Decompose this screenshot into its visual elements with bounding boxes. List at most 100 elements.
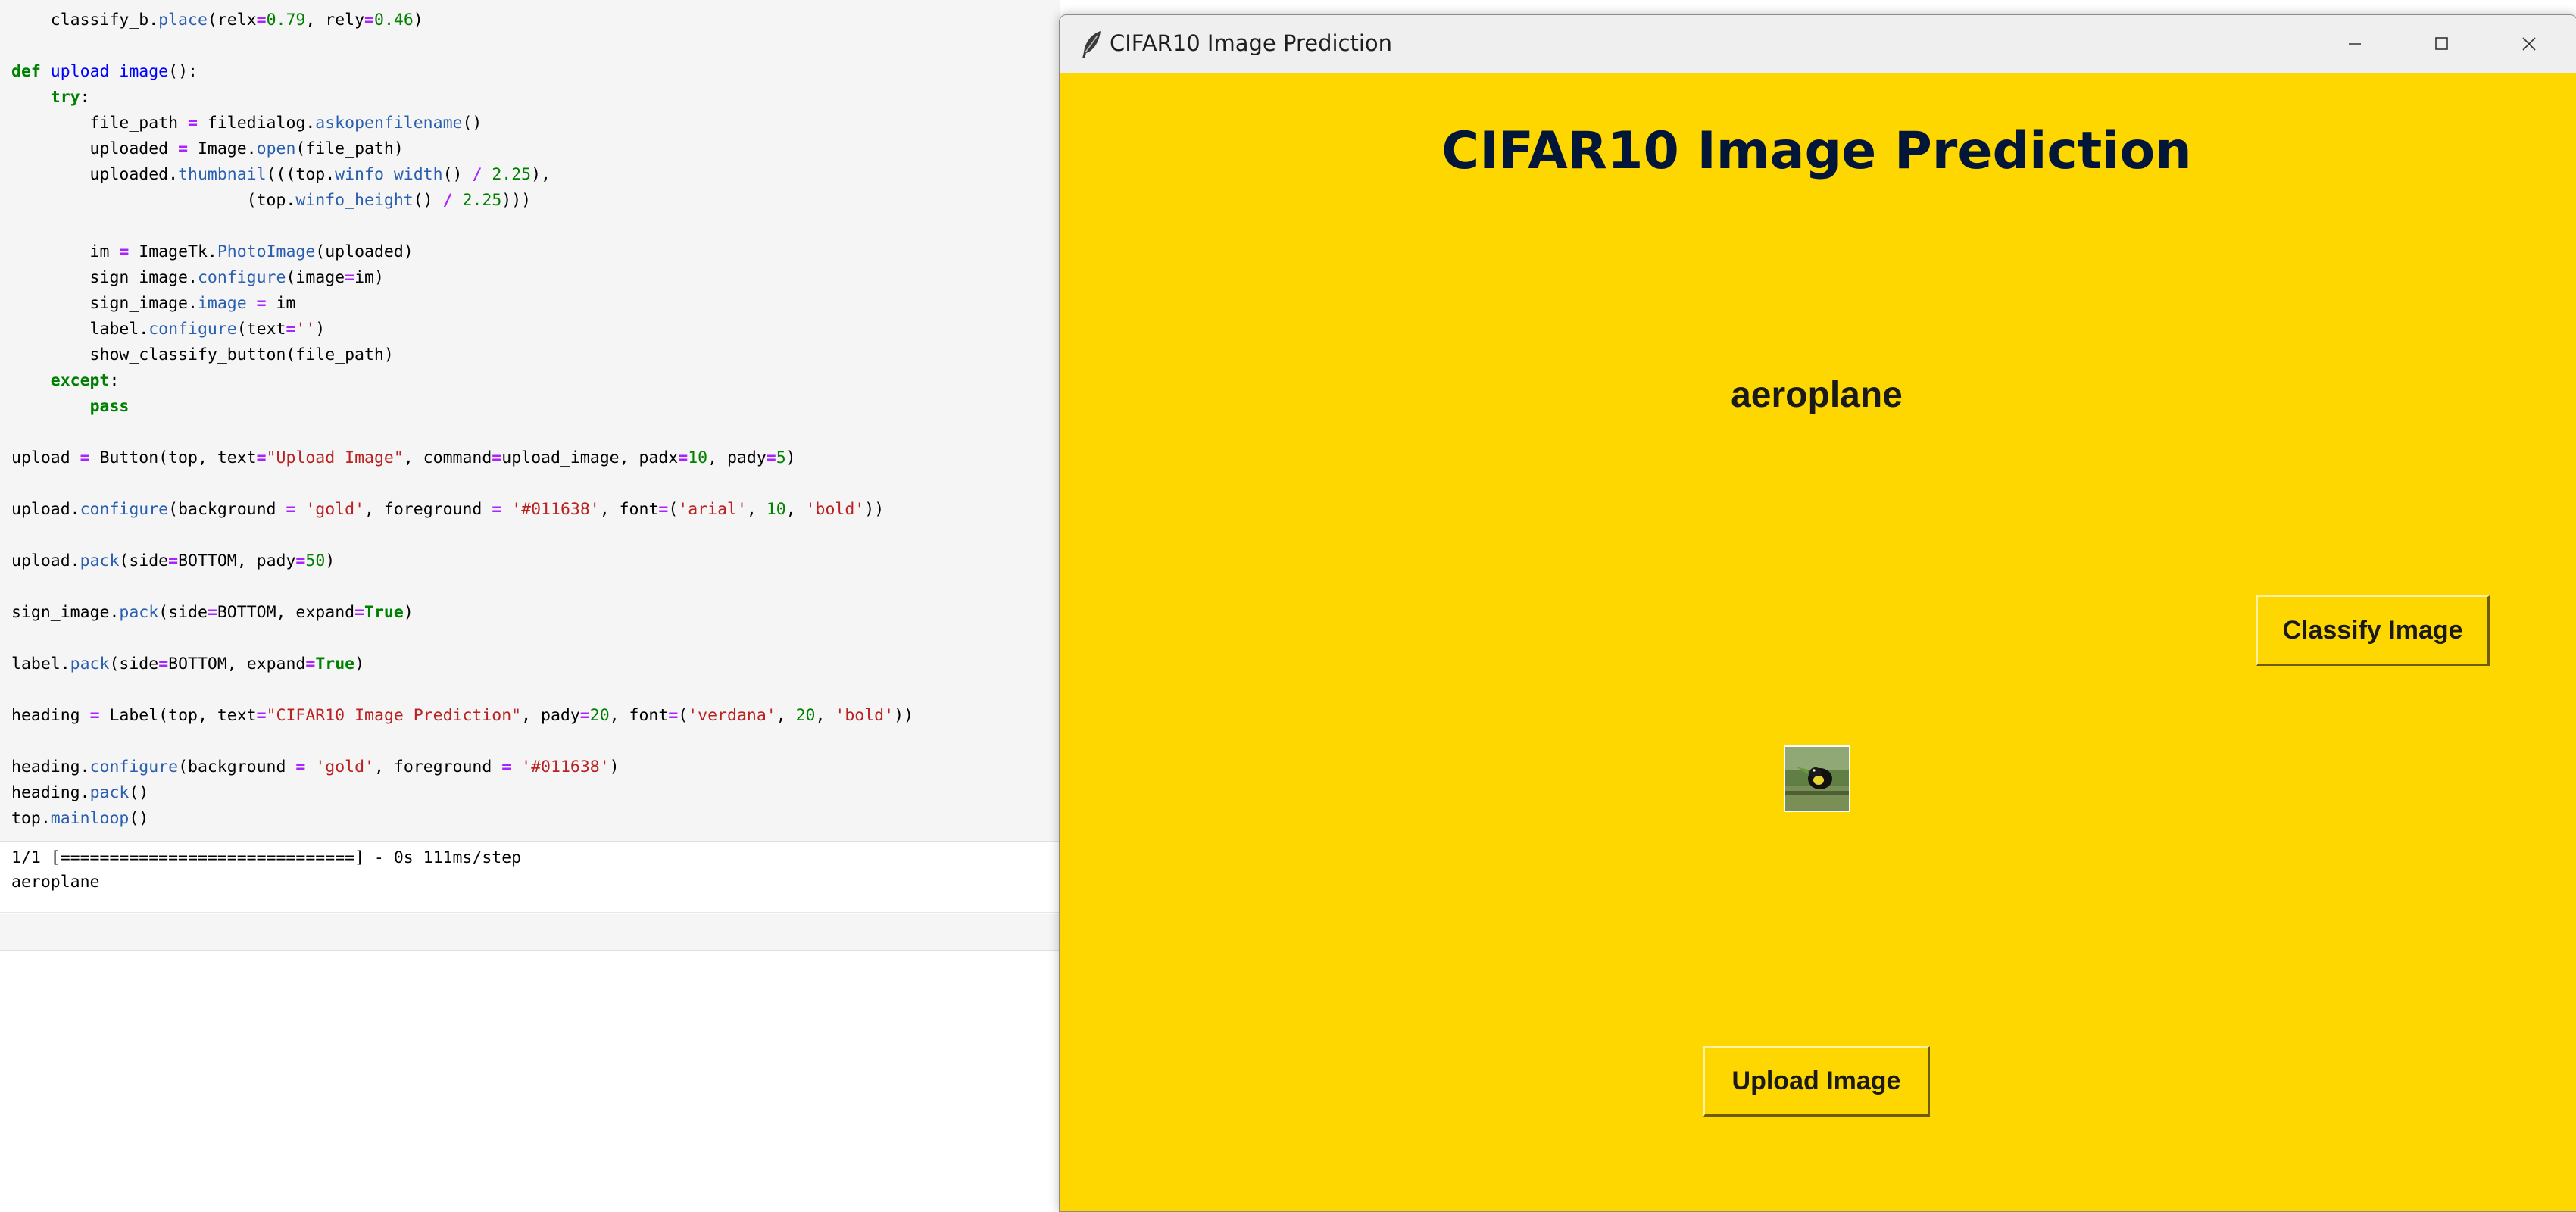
code-line: upload = Button(top, text="Upload Image"… — [11, 445, 913, 471]
code-token: / — [472, 165, 482, 184]
code-token: ( — [678, 706, 688, 725]
code-token: = — [188, 114, 198, 133]
code-token: sign_image. — [11, 603, 120, 622]
code-token: image — [197, 294, 247, 313]
empty-code-cell[interactable] — [0, 914, 1060, 951]
code-token: = — [364, 11, 374, 30]
code-token: configure — [80, 500, 169, 519]
code-token: label. — [11, 654, 70, 673]
code-token: ) — [354, 654, 365, 673]
code-token: )) — [864, 500, 885, 519]
close-icon[interactable] — [2512, 29, 2546, 59]
code-token: True — [315, 654, 355, 673]
feather-icon — [1078, 30, 1104, 60]
maximize-icon[interactable] — [2425, 29, 2458, 59]
code-token: , rely — [305, 11, 365, 30]
code-token: except — [50, 371, 110, 390]
code-token: "CIFAR10 Image Prediction" — [266, 706, 522, 725]
code-token: ) — [403, 603, 414, 622]
app-heading: CIFAR10 Image Prediction — [1441, 121, 2192, 181]
code-token: sign_image. — [11, 294, 198, 313]
code-token: upload. — [11, 500, 80, 519]
code-token: () — [413, 191, 443, 210]
minimize-icon[interactable] — [2338, 29, 2371, 59]
classify-image-button[interactable]: Classify Image — [2256, 595, 2490, 666]
code-token: sign_image. — [11, 268, 198, 287]
code-token: im — [11, 242, 120, 261]
code-token: 5 — [776, 448, 786, 467]
code-token: (file_path) — [295, 139, 404, 158]
window-titlebar[interactable]: CIFAR10 Image Prediction — [1060, 15, 2576, 73]
code-token: 0.46 — [374, 11, 414, 30]
code-token: = — [80, 448, 90, 467]
code-token: configure — [197, 268, 286, 287]
code-token: 2.25 — [492, 165, 532, 184]
code-token: 0.79 — [266, 11, 306, 30]
code-token: upload_image, padx — [501, 448, 679, 467]
code-line: uploaded.thumbnail(((top.winfo_width() /… — [11, 162, 913, 188]
code-token: def — [11, 62, 41, 81]
code-token: = — [305, 654, 316, 673]
code-line: classify_b.place(relx=0.79, rely=0.46) — [11, 8, 913, 33]
code-token: , pady — [521, 706, 580, 725]
code-token: top. — [11, 809, 51, 828]
window-content: CIFAR10 Image Prediction aeroplane Class… — [1060, 73, 2576, 1211]
tk-app-window: CIFAR10 Image Prediction CIFAR10 Image P… — [1059, 14, 2576, 1212]
code-line: heading = Label(top, text="CIFAR10 Image… — [11, 703, 913, 729]
code-token: label. — [11, 320, 149, 339]
code-token: 2.25 — [462, 191, 502, 210]
code-line: except: — [11, 368, 913, 394]
code-line: label.pack(side=BOTTOM, expand=True) — [11, 651, 913, 677]
code-token: = — [492, 448, 502, 467]
code-line: sign_image.pack(side=BOTTOM, expand=True… — [11, 600, 913, 626]
code-line: file_path = filedialog.askopenfilename() — [11, 111, 913, 136]
code-token: = — [678, 448, 688, 467]
code-token: , foreground — [364, 500, 492, 519]
code-token: heading. — [11, 783, 90, 802]
code-token: open — [256, 139, 296, 158]
code-token: 'verdana' — [688, 706, 776, 725]
code-token: ImageTk. — [129, 242, 217, 261]
code-line: sign_image.configure(image=im) — [11, 265, 913, 291]
code-token: (((top. — [266, 165, 336, 184]
code-token: = — [295, 758, 306, 776]
code-token: 'gold' — [315, 758, 374, 776]
code-token: , command — [403, 448, 492, 467]
code-token: = — [295, 551, 306, 570]
code-token: = — [766, 448, 776, 467]
code-token: () — [129, 783, 149, 802]
code-token: '' — [295, 320, 316, 339]
code-line: show_classify_button(file_path) — [11, 342, 913, 368]
code-token: = — [345, 268, 355, 287]
window-title: CIFAR10 Image Prediction — [1110, 30, 1393, 56]
code-token: uploaded. — [11, 165, 179, 184]
code-token: (side — [158, 603, 208, 622]
code-token: (uploaded) — [315, 242, 414, 261]
code-token: ( — [668, 500, 679, 519]
code-token: , — [815, 706, 835, 725]
code-token: Button(top, text — [89, 448, 257, 467]
code-token: , font — [599, 500, 659, 519]
code-cell[interactable]: classify_b.place(relx=0.79, rely=0.46) de… — [0, 0, 1060, 842]
code-token: = — [501, 758, 512, 776]
code-editor[interactable]: classify_b.place(relx=0.79, rely=0.46) de… — [11, 8, 913, 832]
code-token: (): — [168, 62, 198, 81]
code-line: upload.pack(side=BOTTOM, pady=50) — [11, 548, 913, 574]
code-token: , — [746, 500, 767, 519]
code-token: winfo_height — [295, 191, 414, 210]
code-token: BOTTOM, expand — [168, 654, 306, 673]
upload-image-button[interactable]: Upload Image — [1703, 1046, 1930, 1117]
code-token: thumbnail — [178, 165, 267, 184]
code-token: () — [442, 165, 473, 184]
code-token: = — [492, 500, 502, 519]
code-token: pack — [89, 783, 130, 802]
code-line: heading.pack() — [11, 780, 913, 806]
